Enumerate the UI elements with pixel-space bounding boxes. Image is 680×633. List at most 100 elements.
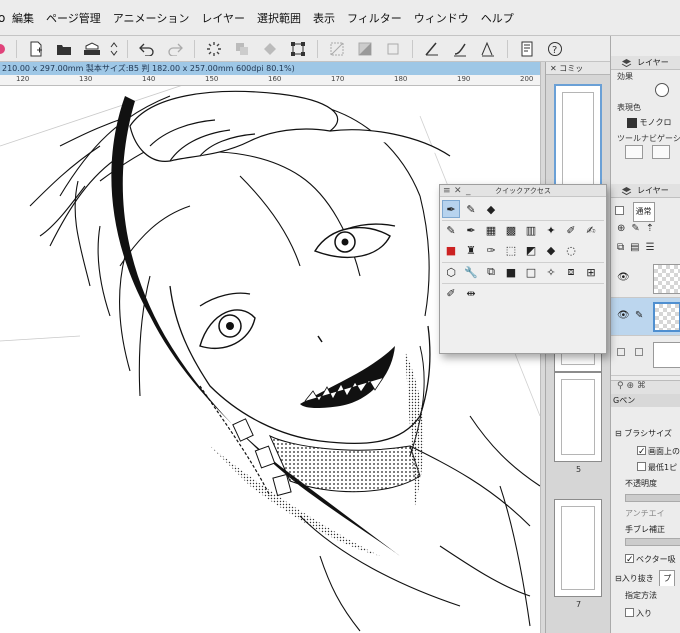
min-checkbox[interactable]	[637, 462, 646, 471]
border-effect-icon[interactable]	[655, 83, 669, 97]
invert-selection-icon[interactable]	[354, 38, 376, 60]
lock-checkbox[interactable]	[615, 206, 624, 215]
fill-icon[interactable]	[259, 38, 281, 60]
brush-icon[interactable]: ✍	[582, 221, 600, 239]
lasso-icon[interactable]: ◌	[562, 241, 580, 259]
mesh-icon[interactable]: ▦	[482, 221, 500, 239]
sparkle-icon[interactable]: ✦	[542, 221, 560, 239]
opacity-label: 不透明度	[625, 479, 657, 488]
clear-selection-icon[interactable]	[326, 38, 348, 60]
layer-row-selected[interactable]: 👁 ✎	[611, 298, 680, 336]
enter-row[interactable]: 入り	[611, 606, 680, 622]
magic-wand-icon[interactable]: ✧	[542, 263, 560, 281]
in-out-select[interactable]: プ	[659, 570, 676, 586]
menu-animation[interactable]: アニメーション	[107, 10, 196, 26]
nib-icon[interactable]: ✑	[482, 241, 500, 259]
white-swatch-icon[interactable]: □	[522, 263, 540, 281]
menu-filter[interactable]: フィルター	[341, 10, 408, 26]
eraser-icon[interactable]: ◆	[482, 200, 500, 218]
ruler-pen-icon[interactable]: ✐	[442, 284, 460, 302]
effect-label: 効果	[617, 72, 633, 81]
minimize-icon[interactable]: _	[466, 185, 471, 197]
stabilizer-slider[interactable]	[625, 538, 680, 546]
new-file-icon[interactable]	[25, 38, 47, 60]
layer-row[interactable]: 👁	[611, 260, 680, 298]
dotted-rect-icon[interactable]: ⬚	[502, 241, 520, 259]
expression-color-select[interactable]: モノクロ	[611, 114, 680, 132]
screentone-icon[interactable]: ▥	[522, 221, 540, 239]
menu-window[interactable]: ウィンドウ	[408, 10, 475, 26]
transform-icon[interactable]	[287, 38, 309, 60]
command-bar: ?	[0, 36, 610, 62]
vector-checkbox[interactable]	[625, 552, 634, 568]
pink-brush-icon[interactable]: ✐	[562, 221, 580, 239]
tone-icon[interactable]: ▩	[502, 221, 520, 239]
cube-icon[interactable]	[625, 145, 643, 159]
pencil-icon[interactable]: ✎	[462, 200, 480, 218]
eye-icon[interactable]: 👁	[617, 310, 630, 321]
red-fill-icon[interactable]: ■	[442, 241, 460, 259]
menu-edit[interactable]: 編集	[6, 10, 40, 26]
pen-icon[interactable]: ✒	[462, 221, 480, 239]
redo-icon[interactable]	[164, 38, 186, 60]
fill-bucket-icon[interactable]: ◆	[542, 241, 560, 259]
save-icon[interactable]	[81, 38, 103, 60]
gradient-icon[interactable]: ◩	[522, 241, 540, 259]
menu-page-management[interactable]: ページ管理	[40, 10, 107, 26]
menu-icon[interactable]: ≡	[443, 185, 451, 197]
enter-checkbox[interactable]	[625, 608, 634, 617]
black-swatch-icon[interactable]: ■	[502, 263, 520, 281]
help-icon[interactable]: ?	[544, 38, 566, 60]
stepper-icon[interactable]	[109, 38, 119, 60]
settings-doc-icon[interactable]	[516, 38, 538, 60]
menu-layer[interactable]: レイヤー	[195, 10, 251, 26]
transform-icon[interactable]: ⧉	[482, 263, 500, 281]
page-thumbnail[interactable]	[554, 499, 602, 597]
panel-tabs[interactable]: ⚲ ⊕ ⌘	[611, 380, 680, 394]
selection-pen-icon[interactable]: ⬡	[442, 263, 460, 281]
undo-icon[interactable]	[136, 38, 158, 60]
menu-help[interactable]: ヘルプ	[475, 10, 520, 26]
layer-copy-icon[interactable]: ⧈	[562, 263, 580, 281]
min-size-row[interactable]: 最低1ピ	[611, 460, 680, 476]
pointer-icon[interactable]	[652, 145, 671, 159]
close-icon[interactable]: ✕	[550, 64, 559, 73]
layer-tool-icons[interactable]: ⊕✎⇡	[617, 223, 660, 234]
expression-color-label: 表現色	[617, 103, 641, 112]
close-icon[interactable]: ✕	[454, 185, 462, 197]
ruler-label: 190	[457, 75, 471, 83]
brush-snap-icon[interactable]	[449, 38, 471, 60]
wrench-icon[interactable]: 🔧	[462, 263, 480, 281]
drawing-canvas[interactable]	[0, 86, 542, 633]
blend-mode-select[interactable]: 通常	[632, 202, 655, 222]
visibility-box[interactable]	[617, 348, 625, 356]
loading-spinner-icon[interactable]	[203, 38, 225, 60]
layer-tool-icons-2[interactable]: ⧉▤☰	[617, 242, 661, 253]
screen-size-row[interactable]: 画面上の	[611, 444, 680, 460]
vector-snap-row[interactable]: ベクター吸	[611, 552, 680, 568]
open-folder-icon[interactable]	[53, 38, 75, 60]
eye-icon[interactable]: 👁	[617, 272, 630, 283]
menu-view[interactable]: 表示	[307, 10, 341, 26]
layer-combine-icon[interactable]	[231, 38, 253, 60]
page-thumbnail[interactable]	[554, 372, 602, 462]
layer-move-icon[interactable]: ⊞	[582, 263, 600, 281]
g-pen-icon[interactable]: ✒	[442, 200, 460, 218]
ruler-label: 180	[394, 75, 408, 83]
collapse-icon[interactable]: ⊟	[615, 574, 622, 583]
layer-row[interactable]	[611, 336, 680, 376]
grid-snap-icon[interactable]	[477, 38, 499, 60]
lock-box[interactable]	[635, 348, 643, 356]
menu-selection[interactable]: 選択範囲	[251, 10, 307, 26]
flip-horizontal-icon[interactable]: ⇹	[462, 284, 480, 302]
screen-checkbox[interactable]	[637, 444, 646, 460]
opacity-slider[interactable]	[625, 494, 680, 502]
app-icon[interactable]	[0, 38, 8, 60]
ruler-snap-icon[interactable]	[421, 38, 443, 60]
bucket-icon[interactable]: ♜	[462, 241, 480, 259]
quick-access-header[interactable]: ≡ ✕ _ クイックアクセス	[440, 185, 606, 197]
in-out-row[interactable]: ⊟入り抜き プ	[611, 570, 680, 586]
marker-icon[interactable]: ✎	[442, 221, 460, 239]
collapse-icon[interactable]: ⊟	[615, 429, 622, 438]
crop-icon[interactable]	[382, 38, 404, 60]
